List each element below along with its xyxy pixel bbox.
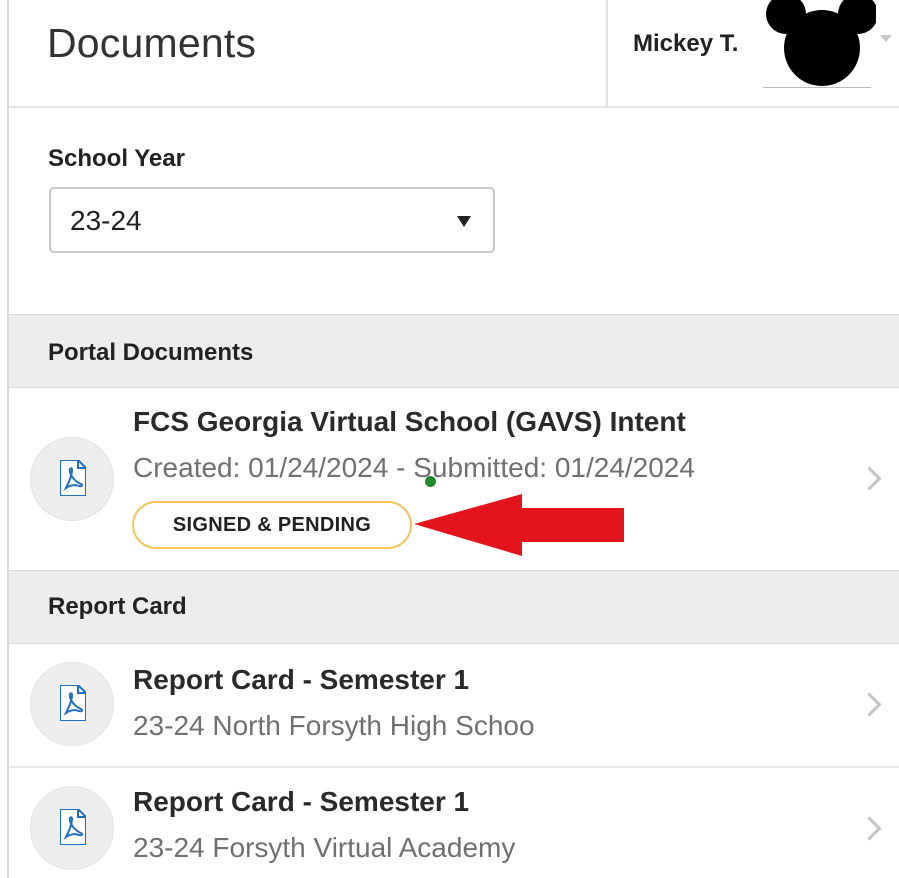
avatar-underline	[763, 87, 871, 88]
chevron-down-icon[interactable]	[880, 35, 892, 42]
chevron-right-icon[interactable]	[857, 466, 882, 491]
user-name: Mickey T.	[633, 30, 739, 57]
document-school: 23-24 North Forsyth High Schoo	[133, 710, 535, 741]
section-title: Portal Documents	[48, 339, 254, 366]
dropdown-arrow-icon	[457, 216, 471, 227]
mickey-avatar-icon[interactable]	[766, 0, 876, 92]
document-row-report-card-north-forsyth[interactable]: Report Card - Semester 1 23-24 North For…	[9, 644, 899, 768]
school-year-label: School Year	[48, 145, 185, 172]
section-title: Report Card	[48, 593, 187, 620]
pdf-icon	[30, 662, 114, 746]
page-title: Documents	[47, 20, 257, 66]
section-header-portal-documents: Portal Documents	[9, 314, 899, 388]
chevron-right-icon[interactable]	[857, 692, 882, 717]
status-dot	[425, 476, 436, 487]
documents-page: Documents Mickey T. School Year 23-24 Po…	[0, 0, 899, 878]
section-header-report-card: Report Card	[9, 570, 899, 644]
user-menu[interactable]: Mickey T.	[606, 0, 899, 106]
school-year-select[interactable]: 23-24	[49, 187, 495, 253]
document-row-report-card-virtual-academy[interactable]: Report Card - Semester 1 23-24 Forsyth V…	[9, 768, 899, 878]
pdf-icon	[30, 786, 114, 870]
chevron-right-icon[interactable]	[857, 816, 882, 841]
document-school: 23-24 Forsyth Virtual Academy	[133, 832, 516, 863]
document-dates: Created: 01/24/2024 - Submitted: 01/24/2…	[133, 452, 695, 483]
school-year-value: 23-24	[70, 205, 142, 236]
pdf-icon	[30, 437, 114, 521]
document-title: Report Card - Semester 1	[133, 664, 470, 695]
status-badge: SIGNED & PENDING	[132, 501, 412, 549]
document-title: Report Card - Semester 1	[133, 786, 470, 817]
document-title: FCS Georgia Virtual School (GAVS) Intent	[133, 406, 686, 437]
page-header: Documents Mickey T.	[9, 0, 899, 108]
annotation-arrow-icon	[414, 494, 624, 556]
